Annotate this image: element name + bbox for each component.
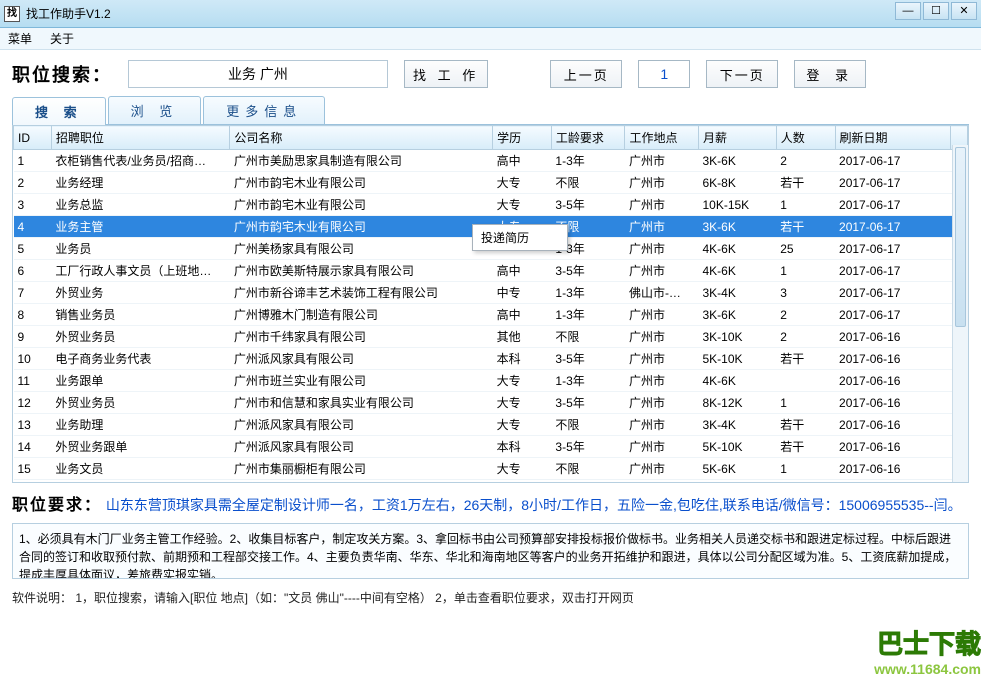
- next-page-button[interactable]: 下一页: [706, 60, 778, 88]
- table-row[interactable]: 7外贸业务广州市新谷谛丰艺术装饰工程有限公司中专1-3年佛山市-…3K-4K32…: [14, 282, 968, 304]
- table-row[interactable]: 8销售业务员广州博雅木门制造有限公司高中1-3年广州市3K-6K22017-06…: [14, 304, 968, 326]
- close-button[interactable]: ✕: [951, 2, 977, 20]
- col-header[interactable]: 刷新日期: [835, 126, 951, 150]
- col-header[interactable]: 人数: [776, 126, 835, 150]
- requirement-row: 职位要求： 山东东营顶琪家具需全屋定制设计师一名，工资1万左右，26天制，8小时…: [12, 491, 969, 515]
- window-title: 找工作助手V1.2: [26, 5, 111, 22]
- col-header[interactable]: 学历: [493, 126, 552, 150]
- table-row[interactable]: 2业务经理广州市韵宅木业有限公司大专不限广州市6K-8K若干2017-06-17: [14, 172, 968, 194]
- results-table-wrap: ID招聘职位公司名称学历工龄要求工作地点月薪人数刷新日期 1衣柜销售代表/业务员…: [12, 125, 969, 483]
- requirement-text: 山东东营顶琪家具需全屋定制设计师一名，工资1万左右，26天制，8小时/工作日，五…: [106, 497, 962, 513]
- table-row[interactable]: 14外贸业务跟单广州派风家具有限公司本科3-5年广州市5K-10K若干2017-…: [14, 436, 968, 458]
- menu-item-about[interactable]: 关于: [50, 30, 74, 47]
- results-table[interactable]: ID招聘职位公司名称学历工龄要求工作地点月薪人数刷新日期 1衣柜销售代表/业务员…: [13, 125, 968, 483]
- table-row[interactable]: 6工厂行政人事文员（上班地…广州市欧美斯特展示家具有限公司高中3-5年广州市4K…: [14, 260, 968, 282]
- table-row[interactable]: 16业务跟单广州市至盛冠美家具有限公司高中不限佛山市3K-6K42017-06-…: [14, 480, 968, 484]
- bottom-help: 软件说明： 1，职位搜索，请输入[职位 地点]（如："文员 佛山"----中间有…: [12, 589, 969, 606]
- search-input[interactable]: [128, 60, 388, 88]
- table-row[interactable]: 3业务总监广州市韵宅木业有限公司大专3-5年广州市10K-15K12017-06…: [14, 194, 968, 216]
- table-row[interactable]: 13业务助理广州派风家具有限公司大专不限广州市3K-4K若干2017-06-16: [14, 414, 968, 436]
- watermark: 巴士下载 www.11684.com: [874, 624, 981, 677]
- context-menu: 投递简历: [472, 224, 568, 251]
- table-scrollbar[interactable]: [952, 145, 968, 482]
- table-row[interactable]: 12外贸业务员广州市和信慧和家具实业有限公司大专3-5年广州市8K-12K120…: [14, 392, 968, 414]
- table-row[interactable]: 9外贸业务员广州市千纬家具有限公司其他不限广州市3K-10K22017-06-1…: [14, 326, 968, 348]
- find-job-button[interactable]: 找 工 作: [404, 60, 488, 88]
- col-header[interactable]: 招聘职位: [51, 126, 230, 150]
- login-button[interactable]: 登 录: [794, 60, 866, 88]
- requirement-label: 职位要求：: [12, 497, 102, 514]
- table-row[interactable]: 11业务跟单广州市班兰实业有限公司大专1-3年广州市4K-6K2017-06-1…: [14, 370, 968, 392]
- watermark-url: www.11684.com: [874, 661, 981, 677]
- scrollbar-thumb[interactable]: [955, 147, 966, 327]
- description-box: 1、必须具有木门厂业务主管工作经验。2、收集目标客户，制定攻关方案。3、拿回标书…: [12, 523, 969, 579]
- menubar: 菜单 关于: [0, 28, 981, 50]
- app-icon: 找: [4, 6, 20, 22]
- minimize-button[interactable]: —: [895, 2, 921, 20]
- col-header[interactable]: 工作地点: [625, 126, 699, 150]
- watermark-cn: 巴士下载: [874, 624, 981, 661]
- maximize-button[interactable]: ☐: [923, 2, 949, 20]
- titlebar: 找 找工作助手V1.2 — ☐ ✕: [0, 0, 981, 28]
- table-row[interactable]: 10电子商务业务代表广州派风家具有限公司本科3-5年广州市5K-10K若干201…: [14, 348, 968, 370]
- search-label: 职位搜索：: [12, 61, 112, 87]
- prev-page-button[interactable]: 上一页: [550, 60, 622, 88]
- tab-search[interactable]: 搜 索: [12, 97, 106, 125]
- search-row: 职位搜索： 找 工 作 上一页 下一页 登 录: [12, 60, 969, 88]
- col-header[interactable]: ID: [14, 126, 52, 150]
- tab-browse[interactable]: 浏 览: [108, 96, 202, 124]
- col-header[interactable]: 公司名称: [230, 126, 493, 150]
- table-row[interactable]: 15业务文员广州市集丽橱柜有限公司大专不限广州市5K-6K12017-06-16: [14, 458, 968, 480]
- menu-item-main[interactable]: 菜单: [8, 30, 32, 47]
- page-number-input[interactable]: [638, 60, 690, 88]
- context-menu-submit-resume[interactable]: 投递简历: [473, 225, 567, 250]
- tab-more[interactable]: 更多信息: [203, 96, 325, 124]
- description-text: 1、必须具有木门厂业务主管工作经验。2、收集目标客户，制定攻关方案。3、拿回标书…: [19, 532, 956, 579]
- tab-strip: 搜 索 浏 览 更多信息: [12, 96, 969, 125]
- col-header[interactable]: 月薪: [698, 126, 776, 150]
- table-row[interactable]: 1衣柜销售代表/业务员/招商…广州市美励思家具制造有限公司高中1-3年广州市3K…: [14, 150, 968, 172]
- col-header[interactable]: 工龄要求: [551, 126, 625, 150]
